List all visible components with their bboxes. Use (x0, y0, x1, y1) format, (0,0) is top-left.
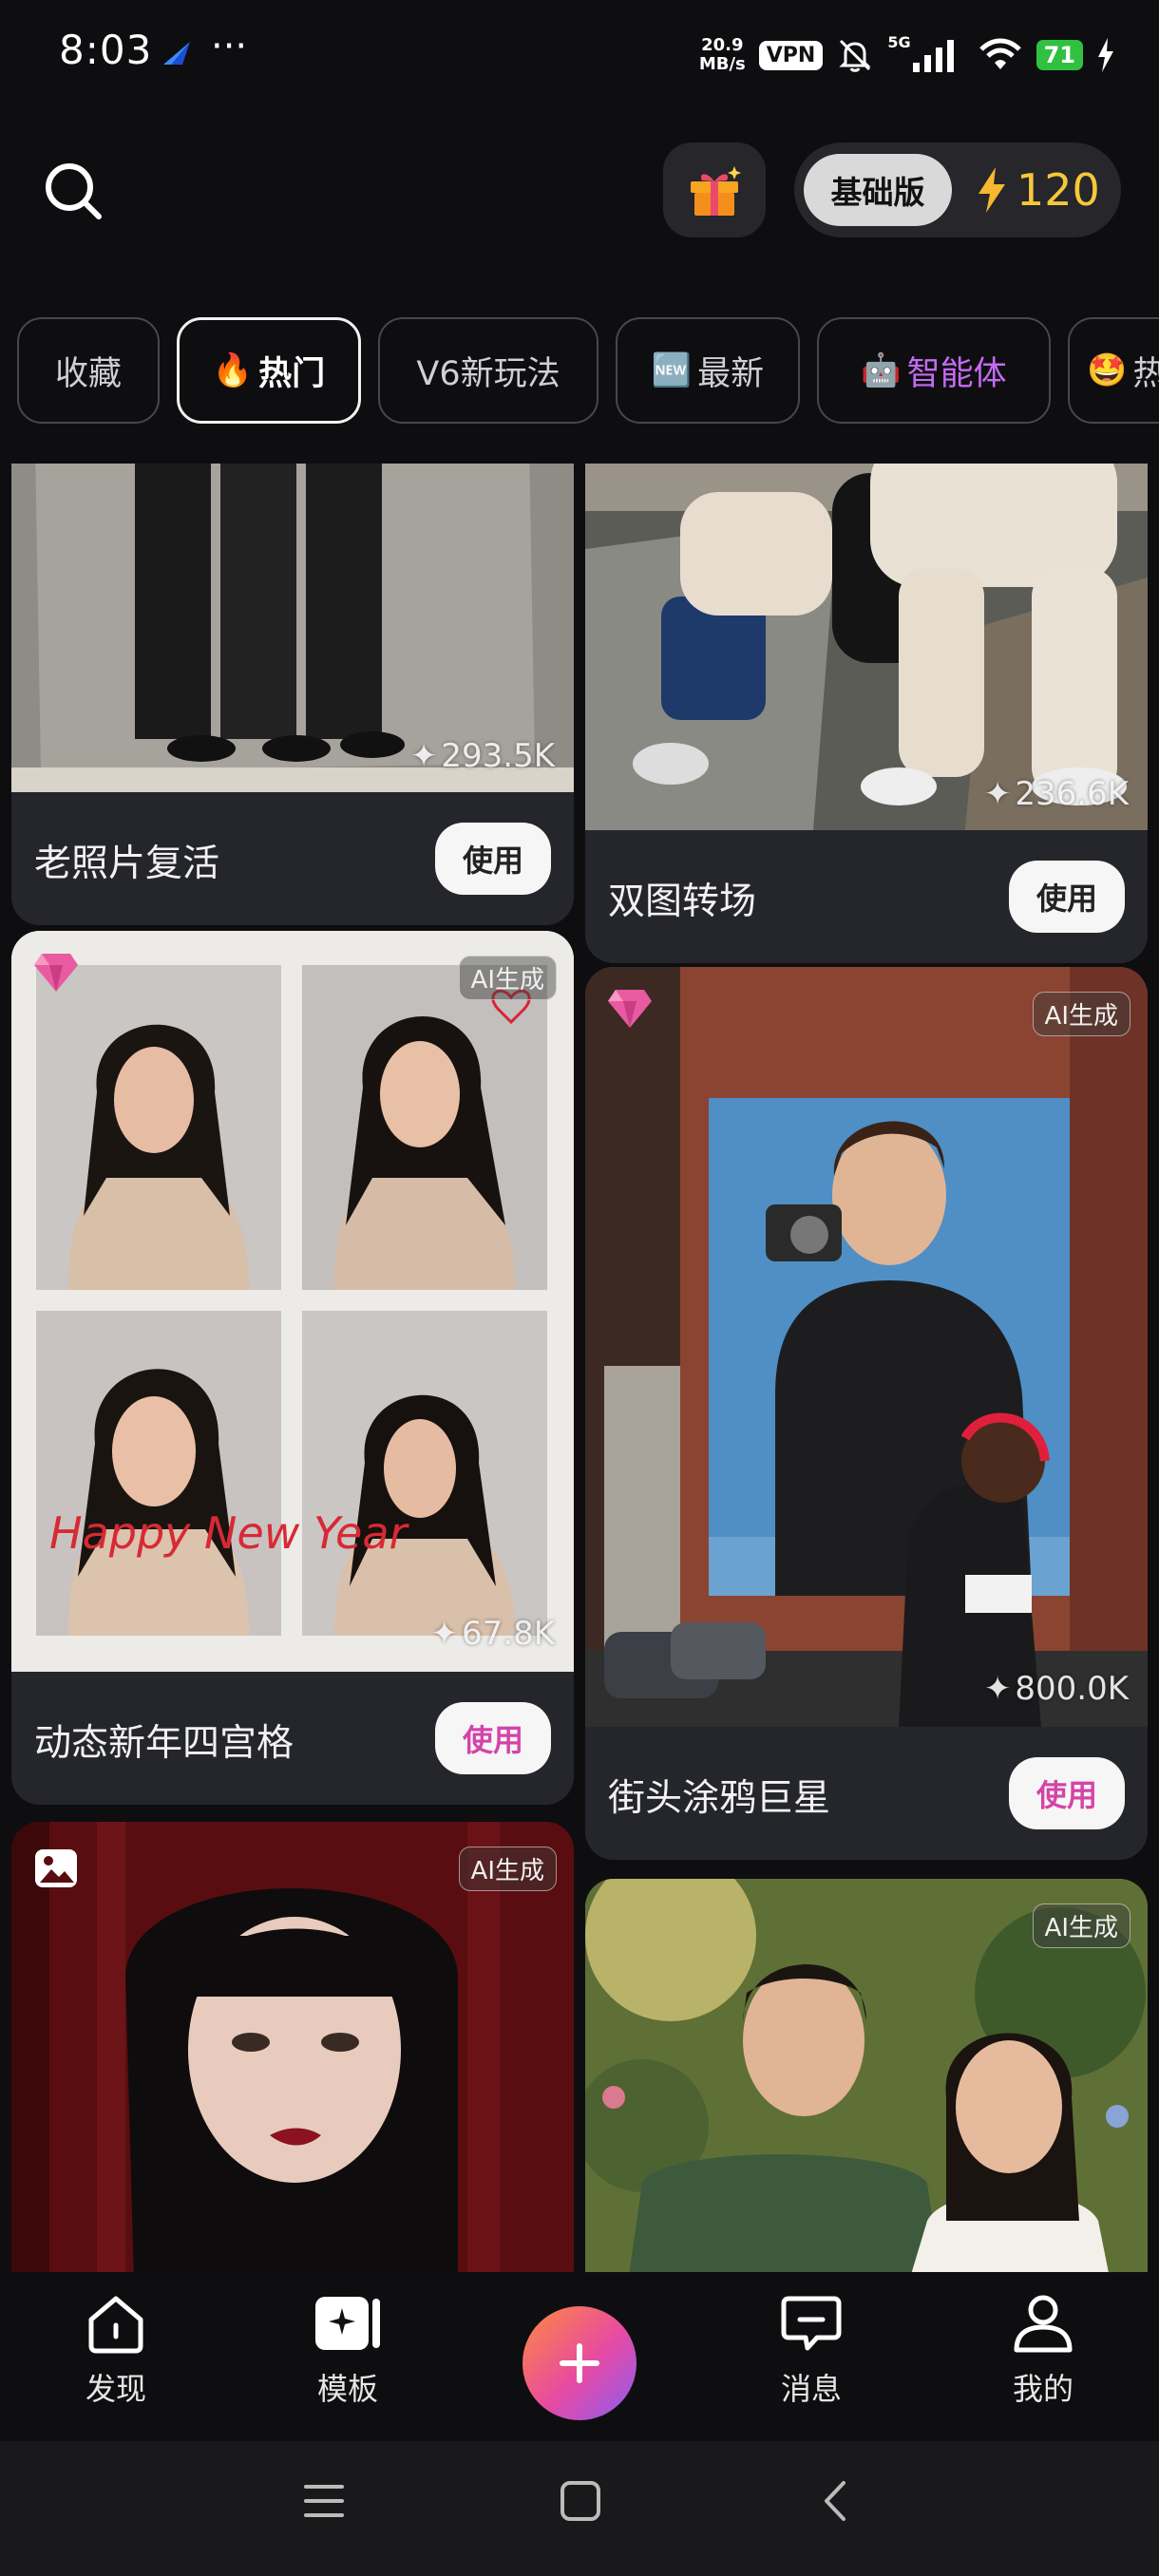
template-card-dual-transition[interactable]: ✦ 236.6K 双图转场 使用 (585, 464, 1148, 963)
sparkle-icon: ✦ (409, 737, 438, 775)
mute-bell-icon (839, 39, 871, 72)
net-speed: 20.9 MB/s (698, 35, 746, 74)
ai-generated-badge: AI生成 (1032, 992, 1130, 1036)
system-navigation-bar (0, 2441, 1159, 2576)
network-type: 5G (887, 32, 911, 51)
use-button[interactable]: 使用 (1009, 861, 1125, 933)
ai-generated-badge: AI生成 (458, 1847, 557, 1891)
menu-icon[interactable] (302, 2479, 346, 2523)
template-icon (315, 2297, 380, 2350)
credits-value: 120 (1016, 164, 1100, 216)
profile-icon (1014, 2295, 1073, 2353)
plan-button[interactable]: 基础版 (804, 154, 952, 226)
category-tabs: 收藏 🔥 热门 V6新玩法 🆕 最新 🤖 智能体 🤩 热 (0, 313, 1159, 426)
overlay-text: Happy New Year (49, 1507, 410, 1559)
card-image: Happy New Year AI生成 ✦ 67.8K (11, 931, 574, 1672)
lightning-icon (978, 167, 1005, 213)
card-title: 老照片复活 (34, 843, 220, 885)
card-image: AI生成 ✦ 800.0K (585, 967, 1148, 1727)
create-button[interactable] (522, 2306, 636, 2420)
template-card-portrait[interactable]: AI生成 (11, 1822, 574, 2272)
wifi-icon (978, 38, 1021, 69)
message-icon (781, 2296, 842, 2351)
tab-favorites[interactable]: 收藏 (17, 317, 160, 424)
card-image: ✦ 293.5K (11, 464, 574, 792)
card-title: 动态新年四宫格 (34, 1722, 294, 1765)
new-icon: 🆕 (651, 351, 693, 389)
tab-agent[interactable]: 🤖 智能体 (817, 317, 1051, 424)
use-button[interactable]: 使用 (435, 823, 551, 895)
tab-hot[interactable]: 🔥 热门 (177, 317, 361, 424)
search-icon[interactable] (42, 160, 104, 222)
gift-button[interactable] (663, 142, 766, 237)
template-card-old-photo[interactable]: ✦ 293.5K 老照片复活 使用 (11, 464, 574, 925)
tab-more[interactable]: 🤩 热 (1068, 317, 1159, 424)
template-card-couple[interactable]: AI生成 (585, 1879, 1148, 2272)
card-image: AI生成 (11, 1822, 574, 2272)
tab-v6-new[interactable]: V6新玩法 (378, 317, 598, 424)
card-title: 街头涂鸦巨星 (608, 1777, 831, 1820)
sparkle-icon: ✦ (983, 1670, 1012, 1708)
more-notifications-icon: ··· (211, 25, 248, 68)
home-icon (88, 2296, 143, 2354)
signal-icon (912, 40, 954, 72)
status-time: 8:03 (59, 27, 153, 73)
template-card-street-graffiti[interactable]: AI生成 ✦ 800.0K 街头涂鸦巨星 使用 (585, 967, 1148, 1860)
photo-icon (35, 1849, 77, 1887)
use-button[interactable]: 使用 (1009, 1757, 1125, 1829)
ai-generated-badge: AI生成 (458, 956, 557, 1000)
card-title: 双图转场 (608, 881, 757, 923)
nav-messages[interactable]: 消息 (754, 2291, 868, 2409)
credits-balance[interactable]: 120 (975, 160, 1100, 220)
ai-generated-badge: AI生成 (1032, 1904, 1130, 1948)
battery-level: 71 (1036, 40, 1083, 70)
nav-discover[interactable]: 发现 (59, 2291, 173, 2409)
top-header: 基础版 120 (0, 133, 1159, 247)
robot-icon: 🤖 (861, 351, 902, 389)
template-feed: ✦ 293.5K 老照片复活 使用 ✦ 236.6K 双图转场 使用 Happy… (0, 464, 1159, 2272)
view-count: ✦ 293.5K (409, 737, 555, 775)
fire-icon: 🔥 (212, 351, 254, 389)
tab-latest[interactable]: 🆕 最新 (616, 317, 800, 424)
nav-profile[interactable]: 我的 (986, 2291, 1100, 2409)
nav-templates[interactable]: 模板 (291, 2291, 405, 2409)
gift-icon (691, 166, 741, 216)
template-card-new-year-grid[interactable]: Happy New Year AI生成 ✦ 67.8K 动态新年四宫格 使用 (11, 931, 574, 1805)
charging-icon (1098, 38, 1113, 72)
app-notification-icon (163, 42, 190, 65)
bottom-navigation: 发现 模板 消息 我的 (0, 2272, 1159, 2441)
use-button[interactable]: 使用 (435, 1702, 551, 1774)
sparkle-icon: ✦ (430, 1615, 459, 1653)
home-square-icon[interactable] (559, 2479, 602, 2523)
view-count: ✦ 236.6K (983, 775, 1129, 813)
card-image: ✦ 236.6K (585, 464, 1148, 830)
status-bar: 8:03 ··· 20.9 MB/s VPN 5G 71 (0, 0, 1159, 104)
back-icon[interactable] (815, 2479, 859, 2523)
vpn-badge: VPN (758, 40, 824, 70)
view-count: ✦ 67.8K (430, 1615, 556, 1653)
star-eyes-icon: 🤩 (1087, 351, 1128, 389)
view-count: ✦ 800.0K (983, 1670, 1129, 1708)
sparkle-icon: ✦ (983, 775, 1012, 813)
plus-icon (560, 2343, 599, 2383)
card-image: AI生成 (585, 1879, 1148, 2272)
premium-gem-icon (608, 990, 652, 1028)
premium-gem-icon (34, 954, 78, 992)
plan-credits-pill[interactable]: 基础版 120 (794, 142, 1121, 237)
